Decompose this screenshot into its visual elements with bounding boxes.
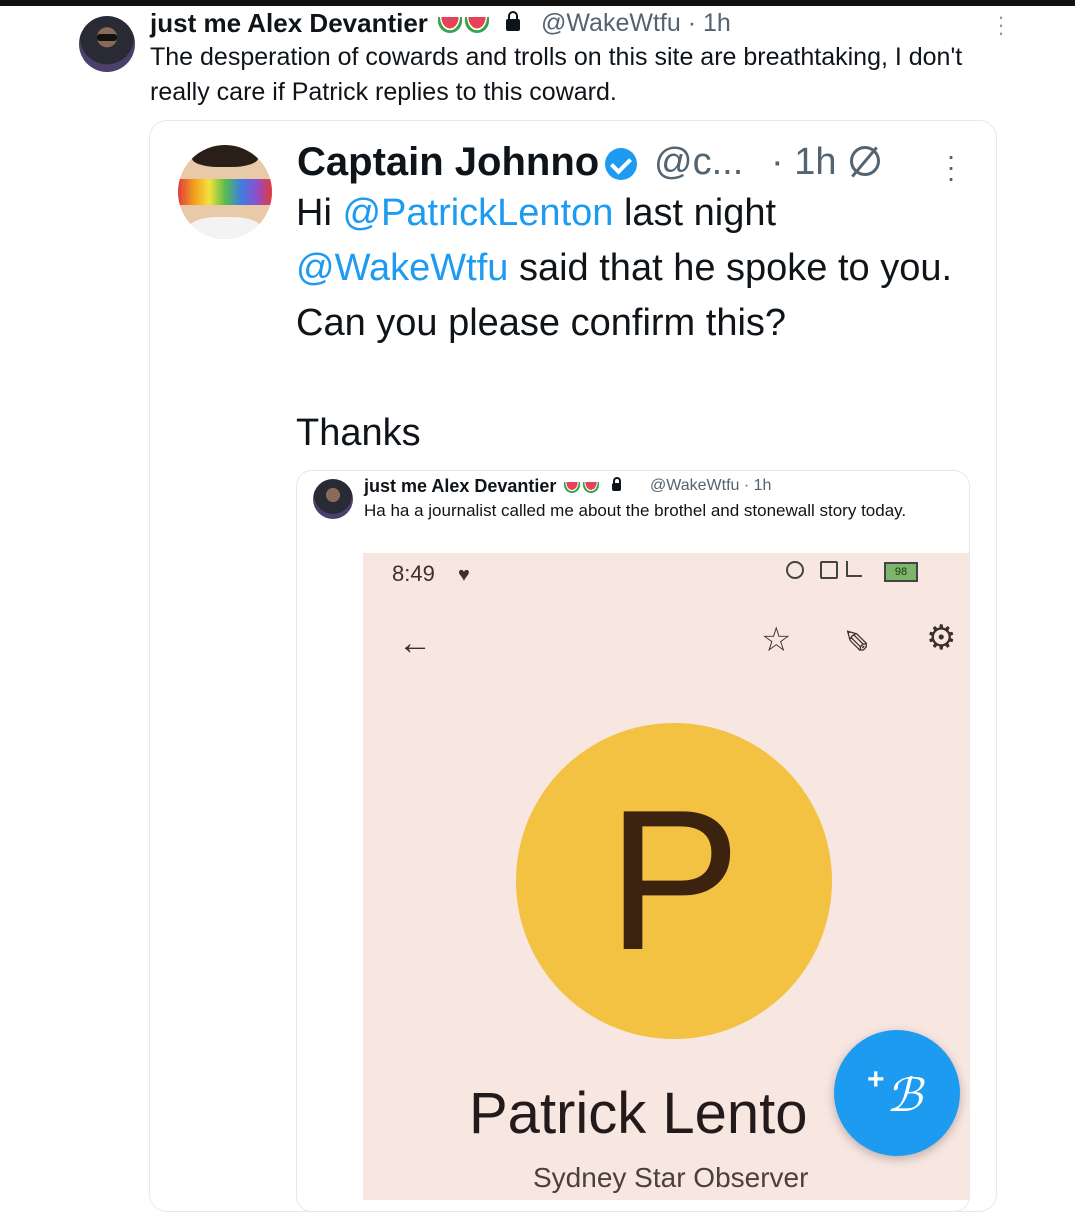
star-icon: ☆ [761, 621, 792, 659]
plus-icon: + [867, 1063, 885, 1096]
display-name: just me Alex Devantier [364, 476, 557, 496]
tweet-author[interactable]: just me Alex Devantier [150, 8, 526, 39]
signal-icon [846, 561, 862, 577]
tweet-text: The desperation of cowards and trolls on… [150, 43, 963, 106]
contact-name: Patrick Lento [469, 1081, 808, 1146]
text: last night [613, 192, 777, 234]
lock-icon [612, 477, 622, 492]
edit-pencil-icon: ✎ [843, 621, 870, 657]
display-name[interactable]: Captain Johnno [297, 140, 599, 184]
compose-button[interactable]: + ℬ [834, 1030, 960, 1156]
watermelon-emoji-icon [465, 17, 490, 34]
embedded-tweet-text: Ha ha a journalist called me about the b… [364, 501, 907, 520]
more-icon[interactable]: · · · [992, 6, 1010, 44]
hd-icon [820, 561, 838, 579]
more-icon[interactable]: · · · [944, 142, 958, 192]
status-clock: 8:49 [392, 561, 435, 586]
text: Hi [296, 192, 343, 234]
quoted-tweet-text: Hi @PatrickLenton last night @WakeWtfu s… [296, 186, 956, 461]
tweet-handle-time[interactable]: @WakeWtfu · 1h [541, 9, 731, 38]
rainbow-band [178, 179, 272, 205]
quoted-author[interactable]: Captain Johnno [297, 140, 638, 185]
contact-avatar: P [516, 723, 832, 1039]
timestamp[interactable]: · 1h [688, 9, 731, 37]
lock-icon [506, 11, 521, 32]
watermelon-emoji-icon [564, 481, 581, 493]
timestamp[interactable]: · 1h [771, 141, 836, 184]
handle[interactable]: @WakeWtfu [541, 9, 681, 37]
battery-icon: 98 [884, 562, 918, 582]
avatar-shirt [188, 217, 262, 239]
heart-icon: ♥ [458, 564, 470, 586]
hotspot-icon [786, 561, 804, 579]
avatar-hair [192, 145, 258, 167]
status-icons: 98 [786, 561, 936, 583]
embedded-author: just me Alex Devantier [364, 476, 625, 497]
avatar [313, 479, 353, 519]
settings-icon: ⚙ [926, 619, 957, 657]
mention-link[interactable]: @PatrickLenton [342, 192, 613, 234]
watermelon-emoji-icon [583, 481, 600, 493]
compose-icon: ℬ [886, 1069, 923, 1121]
handle: @WakeWtfu · 1h [650, 477, 772, 494]
display-name[interactable]: just me Alex Devantier [150, 8, 428, 38]
handle[interactable]: @c... [654, 141, 743, 184]
mute-icon [850, 146, 880, 176]
contact-organization: Sydney Star Observer [533, 1162, 809, 1193]
avatar[interactable] [178, 145, 272, 239]
top-edge-bar [0, 0, 1075, 6]
verified-badge-icon [605, 148, 638, 181]
watermelon-emoji-icon [438, 17, 463, 34]
avatar[interactable] [79, 16, 135, 72]
mention-link[interactable]: @WakeWtfu [296, 247, 508, 289]
back-arrow-icon: ← [398, 624, 432, 662]
